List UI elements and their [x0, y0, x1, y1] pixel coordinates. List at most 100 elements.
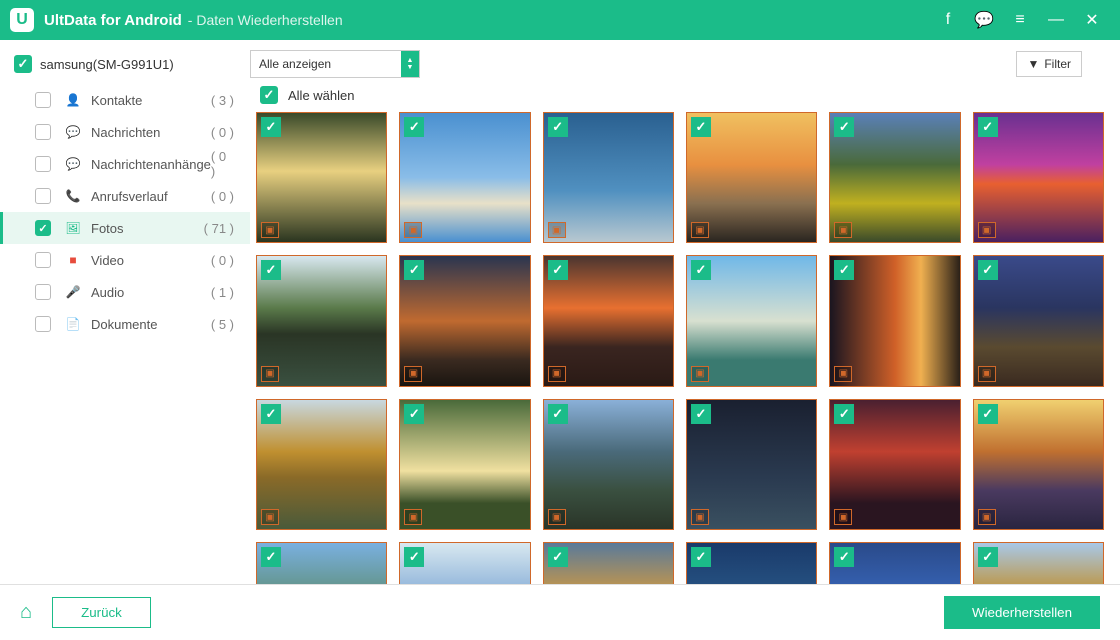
menu-icon[interactable]: ≡ — [1002, 0, 1038, 40]
thumb-checkbox[interactable]: ✓ — [261, 260, 281, 280]
thumb-checkbox[interactable]: ✓ — [404, 404, 424, 424]
sidebar-item-dokumente[interactable]: 📄Dokumente( 5 ) — [0, 308, 250, 340]
thumb-checkbox[interactable]: ✓ — [834, 547, 854, 567]
photo-thumbnail[interactable]: ✓▣ — [973, 112, 1104, 243]
view-select-value: Alle anzeigen — [259, 57, 331, 71]
back-button[interactable]: Zurück — [52, 597, 151, 628]
photo-thumbnail[interactable]: ✓▣ — [829, 542, 960, 584]
thumb-checkbox[interactable]: ✓ — [691, 260, 711, 280]
sidebar-label: Nachrichtenanhänge — [91, 157, 211, 172]
photo-thumbnail[interactable]: ✓▣ — [256, 542, 387, 584]
thumb-checkbox[interactable]: ✓ — [691, 404, 711, 424]
view-select[interactable]: Alle anzeigen ▲▼ — [250, 50, 420, 78]
thumb-checkbox[interactable]: ✓ — [548, 260, 568, 280]
photo-thumbnail[interactable]: ✓▣ — [686, 399, 817, 530]
app-title: UltData for Android — [44, 12, 182, 29]
photo-thumbnail[interactable]: ✓▣ — [543, 399, 674, 530]
sidebar-count: ( 0 ) — [211, 125, 234, 140]
photo-thumbnail[interactable]: ✓▣ — [686, 255, 817, 386]
feedback-icon[interactable]: 💬 — [966, 0, 1002, 40]
sidebar-label: Kontakte — [91, 93, 211, 108]
photo-thumbnail[interactable]: ✓▣ — [256, 255, 387, 386]
photo-thumbnail[interactable]: ✓▣ — [543, 112, 674, 243]
image-type-icon: ▣ — [548, 366, 566, 382]
image-type-icon: ▣ — [548, 222, 566, 238]
image-type-icon: ▣ — [834, 222, 852, 238]
sidebar-checkbox[interactable] — [35, 156, 51, 172]
thumb-checkbox[interactable]: ✓ — [261, 117, 281, 137]
photo-thumbnail[interactable]: ✓▣ — [399, 399, 530, 530]
app-subtitle: - Daten Wiederherstellen — [188, 12, 343, 28]
thumb-checkbox[interactable]: ✓ — [834, 404, 854, 424]
photo-thumbnail[interactable]: ✓▣ — [256, 399, 387, 530]
device-name: samsung(SM-G991U1) — [40, 57, 174, 72]
image-type-icon: ▣ — [834, 366, 852, 382]
thumb-checkbox[interactable]: ✓ — [404, 260, 424, 280]
thumb-checkbox[interactable]: ✓ — [978, 404, 998, 424]
sidebar-checkbox[interactable] — [35, 92, 51, 108]
photo-thumbnail[interactable]: ✓▣ — [829, 255, 960, 386]
thumb-checkbox[interactable]: ✓ — [834, 117, 854, 137]
thumb-checkbox[interactable]: ✓ — [548, 117, 568, 137]
photo-thumbnail[interactable]: ✓▣ — [973, 255, 1104, 386]
sidebar-checkbox[interactable] — [35, 284, 51, 300]
photo-thumbnail[interactable]: ✓▣ — [543, 542, 674, 584]
sidebar-item-audio[interactable]: 🎤Audio( 1 ) — [0, 276, 250, 308]
select-arrows-icon: ▲▼ — [401, 51, 419, 77]
photo-thumbnail[interactable]: ✓▣ — [686, 112, 817, 243]
thumb-checkbox[interactable]: ✓ — [691, 117, 711, 137]
thumbnail-scroll[interactable]: ✓▣✓▣✓▣✓▣✓▣✓▣✓▣✓▣✓▣✓▣✓▣✓▣✓▣✓▣✓▣✓▣✓▣✓▣✓▣✓▣… — [256, 112, 1114, 584]
photo-thumbnail[interactable]: ✓▣ — [973, 399, 1104, 530]
sidebar-checkbox[interactable] — [35, 252, 51, 268]
thumb-checkbox[interactable]: ✓ — [978, 260, 998, 280]
sidebar-item-anrufsverlauf[interactable]: 📞Anrufsverlauf( 0 ) — [0, 180, 250, 212]
sidebar-item-video[interactable]: ■Video( 0 ) — [0, 244, 250, 276]
photo-thumbnail[interactable]: ✓▣ — [543, 255, 674, 386]
sidebar-item-fotos[interactable]: 🖼Fotos( 71 ) — [0, 212, 250, 244]
filter-label: Filter — [1044, 57, 1071, 71]
thumb-checkbox[interactable]: ✓ — [548, 404, 568, 424]
filter-button[interactable]: ▼ Filter — [1016, 51, 1082, 77]
facebook-icon[interactable]: f — [930, 0, 966, 40]
photo-thumbnail[interactable]: ✓▣ — [399, 542, 530, 584]
device-selector[interactable]: samsung(SM-G991U1) — [14, 55, 250, 73]
photo-thumbnail[interactable]: ✓▣ — [399, 255, 530, 386]
minimize-icon[interactable]: — — [1038, 0, 1074, 40]
category-icon: 🖼 — [65, 221, 81, 235]
thumb-checkbox[interactable]: ✓ — [978, 547, 998, 567]
select-all-checkbox[interactable] — [260, 86, 278, 104]
thumb-checkbox[interactable]: ✓ — [261, 547, 281, 567]
image-type-icon: ▣ — [978, 366, 996, 382]
device-checkbox[interactable] — [14, 55, 32, 73]
recover-button[interactable]: Wiederherstellen — [944, 596, 1100, 629]
photo-thumbnail[interactable]: ✓▣ — [686, 542, 817, 584]
sidebar-item-nachrichten[interactable]: 💬Nachrichten( 0 ) — [0, 116, 250, 148]
sidebar-count: ( 0 ) — [211, 189, 234, 204]
photo-thumbnail[interactable]: ✓▣ — [829, 399, 960, 530]
sidebar-label: Anrufsverlauf — [91, 189, 211, 204]
thumb-checkbox[interactable]: ✓ — [261, 404, 281, 424]
photo-thumbnail[interactable]: ✓▣ — [973, 542, 1104, 584]
sidebar-checkbox[interactable] — [35, 188, 51, 204]
thumb-checkbox[interactable]: ✓ — [691, 547, 711, 567]
sidebar-item-kontakte[interactable]: 👤Kontakte( 3 ) — [0, 84, 250, 116]
image-type-icon: ▣ — [261, 222, 279, 238]
thumb-checkbox[interactable]: ✓ — [404, 117, 424, 137]
topbar: samsung(SM-G991U1) Alle anzeigen ▲▼ ▼ Fi… — [0, 40, 1120, 78]
sidebar-checkbox[interactable] — [35, 220, 51, 236]
filter-icon: ▼ — [1027, 57, 1039, 71]
sidebar-item-nachrichtenanhänge[interactable]: 💬Nachrichtenanhänge( 0 ) — [0, 148, 250, 180]
photo-thumbnail[interactable]: ✓▣ — [829, 112, 960, 243]
thumb-checkbox[interactable]: ✓ — [548, 547, 568, 567]
thumb-checkbox[interactable]: ✓ — [978, 117, 998, 137]
photo-thumbnail[interactable]: ✓▣ — [256, 112, 387, 243]
close-icon[interactable]: ✕ — [1074, 0, 1110, 40]
image-type-icon: ▣ — [548, 509, 566, 525]
sidebar-checkbox[interactable] — [35, 316, 51, 332]
home-icon[interactable]: ⌂ — [20, 601, 32, 624]
thumb-checkbox[interactable]: ✓ — [404, 547, 424, 567]
sidebar-checkbox[interactable] — [35, 124, 51, 140]
select-all-row[interactable]: Alle wählen — [256, 86, 1114, 112]
thumb-checkbox[interactable]: ✓ — [834, 260, 854, 280]
photo-thumbnail[interactable]: ✓▣ — [399, 112, 530, 243]
